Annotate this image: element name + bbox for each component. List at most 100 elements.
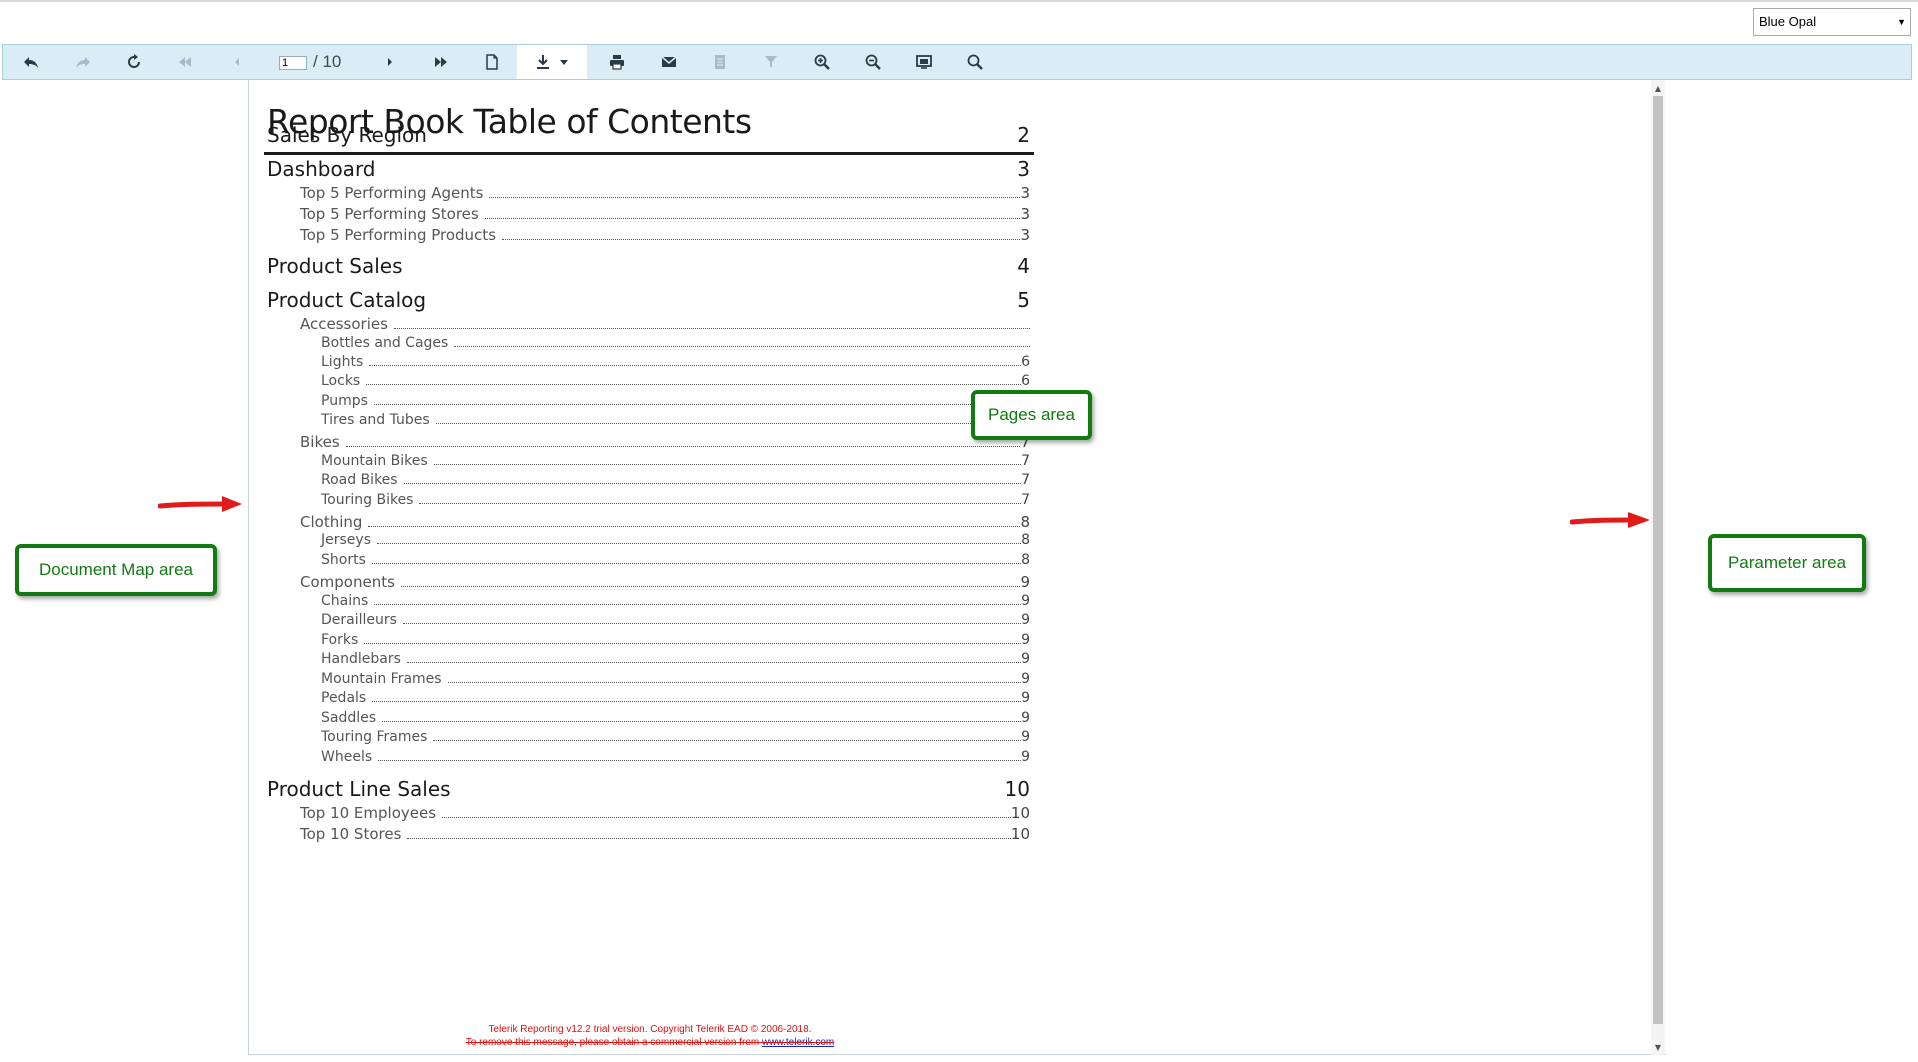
toc-leader-dots <box>442 816 1011 818</box>
toc-entry[interactable]: Top 10 Stores 10 <box>300 825 1030 843</box>
toc-entry[interactable]: Derailleurs 9 <box>321 612 1030 628</box>
toc-entry[interactable]: Top 10 Employees 10 <box>300 804 1030 822</box>
toc-entry-page: 7 <box>1021 472 1030 488</box>
theme-selector[interactable]: Blue Opal ▼ <box>1753 8 1911 36</box>
document-map-area-label: Document Map area <box>38 560 194 579</box>
toc-entry-label: Chains <box>321 593 369 609</box>
parameters-button[interactable] <box>751 45 791 79</box>
toc-entry-page: 9 <box>1021 749 1030 765</box>
toc-entry[interactable]: Top 5 Performing Stores 3 <box>300 205 1030 223</box>
toc-entry[interactable]: Wheels 9 <box>321 749 1030 765</box>
export-button[interactable] <box>517 45 587 79</box>
toc-entry-page: 10 <box>1010 804 1030 822</box>
toc-leader-dots <box>393 327 1030 329</box>
toc-entry-label: Top 5 Performing Stores <box>300 205 479 223</box>
toc-entry[interactable]: Shorts 8 <box>321 552 1030 568</box>
zoom-out-button[interactable] <box>853 45 893 79</box>
toc-leader-dots <box>454 345 1030 347</box>
toc-entry-label: Derailleurs <box>321 612 397 628</box>
print-icon <box>610 55 624 70</box>
toc-entry-page: 9 <box>1021 593 1030 609</box>
toc-entry[interactable]: Saddles 9 <box>321 710 1030 726</box>
toc-entry[interactable]: Accessories <box>300 315 1030 333</box>
toc-leader-dots <box>368 525 1021 527</box>
toc-entry[interactable]: Product Line Sales 10 <box>267 777 1030 801</box>
toc-entry[interactable]: Chains 9 <box>321 593 1030 609</box>
toc-entry-page: 7 <box>1021 453 1030 469</box>
print-button[interactable] <box>597 45 637 79</box>
toc-entry-label: Forks <box>321 632 359 648</box>
toc-entry[interactable]: Jerseys 8 <box>321 532 1030 548</box>
pages-area-callout: Pages area <box>971 390 1092 440</box>
zoom-in-button[interactable] <box>802 45 842 79</box>
toc-entry[interactable]: Sales By Region 2 <box>267 123 1030 147</box>
first-page-button[interactable] <box>165 45 205 79</box>
toc-entry-page: 7 <box>1021 492 1030 508</box>
toc-entry[interactable]: Touring Frames 9 <box>321 729 1030 745</box>
previous-page-button[interactable] <box>217 45 257 79</box>
scroll-up-icon[interactable]: ▲ <box>1651 82 1665 96</box>
top-border <box>0 0 1918 2</box>
next-page-button[interactable] <box>370 45 410 79</box>
document-map-area-callout: Document Map area <box>15 544 217 596</box>
toc-entry-page: 8 <box>1021 552 1030 568</box>
toc-entry-page: 9 <box>1021 612 1030 628</box>
toc-entry[interactable]: Pumps6 <box>321 393 1030 409</box>
toc-entry[interactable]: Locks 6 <box>321 373 1030 389</box>
toc-entry[interactable]: Bottles and Cages <box>321 335 1030 351</box>
toc-entry[interactable]: Tires and Tubes6 <box>321 412 1030 428</box>
toc-entry[interactable]: Components 9 <box>300 573 1030 591</box>
toc-entry[interactable]: Bikes 7 <box>300 433 1030 451</box>
toc-entry[interactable]: Forks 9 <box>321 632 1030 648</box>
toc-entry[interactable]: Clothing 8 <box>300 513 1030 531</box>
toc-entry[interactable]: Mountain Bikes 7 <box>321 453 1030 469</box>
toc-leader-dots <box>435 422 1022 424</box>
toc-leader-dots <box>403 482 1022 484</box>
back-button[interactable] <box>11 45 51 79</box>
next-page-icon <box>388 58 392 66</box>
toc-entry-label: Touring Bikes <box>321 492 414 508</box>
print-preview-button[interactable] <box>472 45 512 79</box>
arrow-to-document-map <box>158 496 242 512</box>
telerik-link[interactable]: www.telerik.com <box>762 1037 834 1048</box>
toc-entry[interactable]: Top 5 Performing Products 3 <box>300 226 1030 244</box>
toc-leader-dots <box>382 176 1018 177</box>
toc-leader-dots <box>378 759 1022 761</box>
toc-entry[interactable]: Pedals 9 <box>321 690 1030 706</box>
first-page-icon <box>179 57 191 67</box>
refresh-button[interactable] <box>114 45 154 79</box>
toc-entry[interactable]: Mountain Frames 9 <box>321 671 1030 687</box>
pages-area-label: Pages area <box>988 405 1075 424</box>
toc-entry[interactable]: Product Catalog 5 <box>267 288 1030 312</box>
toc-entry[interactable]: Road Bikes 7 <box>321 472 1030 488</box>
toc-entry-page: 3 <box>1020 226 1030 244</box>
toc-entry-label: Road Bikes <box>321 472 398 488</box>
zoom-in-icon <box>814 54 830 70</box>
toc-entry-label: Wheels <box>321 749 373 765</box>
last-page-button[interactable] <box>421 45 461 79</box>
toc-entry[interactable]: Dashboard 3 <box>267 157 1030 181</box>
send-email-button[interactable] <box>649 45 689 79</box>
scroll-down-icon[interactable]: ▼ <box>1651 1041 1665 1055</box>
toc-entry[interactable]: Lights 6 <box>321 354 1030 370</box>
forward-button[interactable] <box>63 45 103 79</box>
scrollbar-thumb[interactable] <box>1653 96 1663 1024</box>
previous-page-icon <box>235 58 239 66</box>
toggle-zoom-mode-button[interactable] <box>904 45 944 79</box>
toc-entry-label: Mountain Bikes <box>321 453 428 469</box>
toc-entry[interactable]: Touring Bikes 7 <box>321 492 1030 508</box>
toc-entry[interactable]: Handlebars 9 <box>321 651 1030 667</box>
toc-entry-page: 9 <box>1021 651 1030 667</box>
toc-entry[interactable]: Product Sales 4 <box>267 254 1030 278</box>
vertical-scrollbar[interactable]: ▲ ▼ <box>1651 80 1665 1055</box>
toc-entry-label: Pedals <box>321 690 367 706</box>
toc-entry-label: Bikes <box>300 433 340 451</box>
search-button[interactable] <box>955 45 995 79</box>
toc-entry[interactable]: Top 5 Performing Agents 3 <box>300 184 1030 202</box>
trial-notice-line2: To remove this message, please obtain a … <box>450 1036 850 1049</box>
toc-entry-label: Product Sales <box>267 254 403 278</box>
export-icon <box>537 55 549 69</box>
toc-leader-dots <box>376 542 1022 544</box>
page-number-input[interactable] <box>279 56 307 70</box>
document-map-button[interactable] <box>700 45 740 79</box>
